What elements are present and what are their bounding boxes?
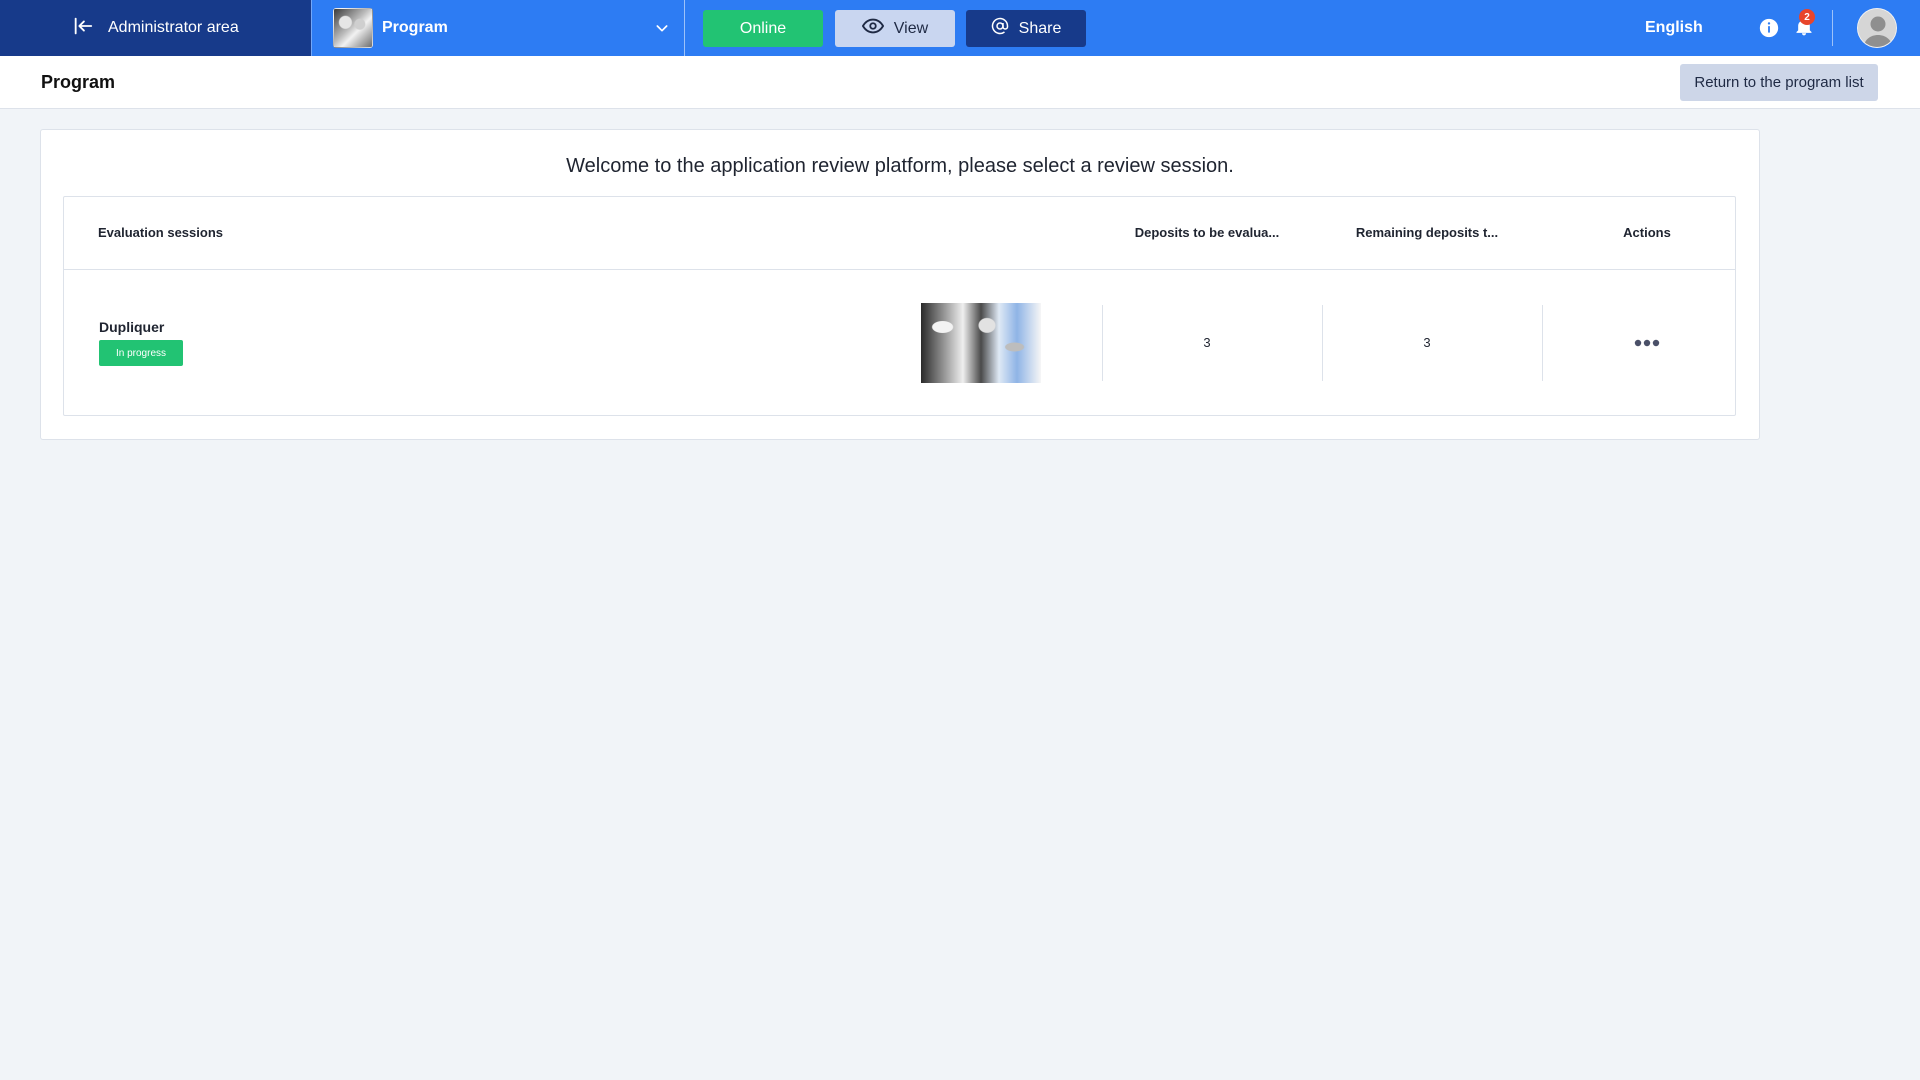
share-button[interactable]: Share xyxy=(966,10,1086,47)
row-actions-button[interactable] xyxy=(1612,330,1682,356)
language-label: English xyxy=(1645,19,1703,36)
avatar[interactable] xyxy=(1857,8,1897,48)
program-thumbnail xyxy=(333,8,373,48)
page-title: Program xyxy=(41,72,116,92)
chevron-down-icon xyxy=(654,20,670,41)
column-header-actions: Actions xyxy=(1623,225,1671,240)
sessions-card: Welcome to the application review platfo… xyxy=(40,129,1760,440)
view-label: View xyxy=(893,19,929,37)
online-label: Online xyxy=(739,19,787,37)
avatar-icon xyxy=(1858,9,1896,47)
session-thumbnail xyxy=(921,303,1041,383)
program-selector[interactable]: Program xyxy=(311,0,685,56)
info-icon[interactable] xyxy=(1758,17,1780,44)
language-selector[interactable]: English xyxy=(1645,0,1703,56)
table-header: Evaluation sessions Deposits to be evalu… xyxy=(64,197,1735,270)
exit-icon xyxy=(72,15,108,42)
column-header-evaluation-sessions: Evaluation sessions xyxy=(98,225,223,240)
at-icon xyxy=(991,17,1019,40)
remaining-deposits-count: 3 xyxy=(1423,335,1431,350)
return-to-program-list-button[interactable]: Return to the program list xyxy=(1680,64,1878,101)
program-selector-label: Program xyxy=(382,19,448,36)
session-name[interactable]: Dupliquer xyxy=(99,319,164,335)
welcome-message: Welcome to the application review platfo… xyxy=(566,155,1234,177)
view-button[interactable]: View xyxy=(835,10,955,47)
table-row[interactable]: Dupliquer In progress 3 3 xyxy=(64,270,1735,416)
notification-count-badge: 2 xyxy=(1799,9,1815,25)
online-button[interactable]: Online xyxy=(703,10,823,47)
top-bar: Administrator area Program Online View S… xyxy=(0,0,1920,56)
column-header-remaining-deposits: Remaining deposits t... xyxy=(1355,225,1499,240)
column-divider xyxy=(1102,305,1103,381)
more-icon xyxy=(1634,339,1660,347)
sessions-table: Evaluation sessions Deposits to be evalu… xyxy=(63,196,1736,416)
column-divider xyxy=(1322,305,1323,381)
column-header-deposits-to-evaluate: Deposits to be evalua... xyxy=(1134,225,1280,240)
eye-icon xyxy=(861,18,894,39)
column-divider xyxy=(1542,305,1543,381)
status-badge: In progress xyxy=(99,340,183,366)
administrator-area-label: Administrator area xyxy=(108,19,239,36)
administrator-area-button[interactable]: Administrator area xyxy=(0,0,311,56)
share-label: Share xyxy=(1018,19,1062,37)
return-to-program-list-label: Return to the program list xyxy=(1694,74,1864,91)
deposits-to-evaluate-count: 3 xyxy=(1203,335,1211,350)
topbar-divider xyxy=(1832,10,1833,46)
page-header: Program Return to the program list xyxy=(0,56,1920,109)
